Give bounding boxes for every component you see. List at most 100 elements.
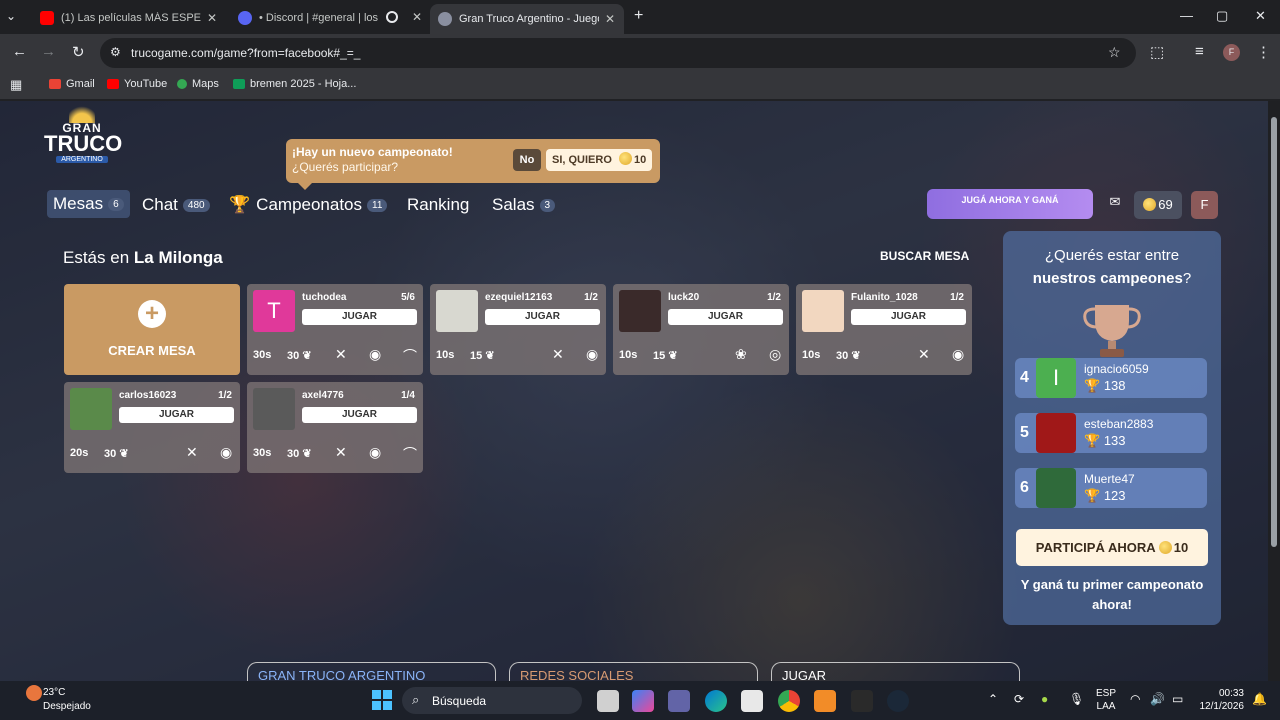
wifi-icon[interactable]: ◠	[1130, 692, 1140, 706]
extensions-icon[interactable]: ⬚	[1150, 43, 1164, 61]
join-table-button[interactable]: JUGAR	[302, 309, 417, 325]
create-table-button[interactable]: + CREAR MESA	[64, 284, 240, 375]
bookmark-sheets[interactable]: bremen 2025 - Hoja...	[233, 78, 356, 90]
address-bar[interactable]: ⚙ trucogame.com/game?from=facebook#_=_ ☆	[100, 38, 1136, 68]
join-table-button[interactable]: JUGAR	[302, 407, 417, 423]
steam-icon[interactable]	[887, 690, 909, 712]
bookmark-star-icon[interactable]: ☆	[1108, 44, 1121, 61]
sidebar-question-end: ?	[1182, 270, 1192, 287]
menu-icon[interactable]: ⋮	[1256, 43, 1271, 61]
taskbar-search[interactable]: ⌕ Búsqueda	[402, 687, 582, 714]
user-avatar[interactable]: F	[1191, 191, 1218, 219]
coin-icon	[1143, 198, 1157, 211]
join-table-button[interactable]: JUGAR	[851, 309, 966, 325]
tray-overflow-icon[interactable]: ⌃	[988, 692, 998, 706]
clock[interactable]: 00:33 12/1/2026	[1198, 687, 1245, 713]
microphone-icon[interactable]: 🎙	[1069, 692, 1084, 706]
tab-truco[interactable]: Gran Truco Argentino - Juego C ✕	[430, 4, 624, 34]
fl-studio-icon[interactable]	[814, 690, 836, 712]
close-window-icon[interactable]: ✕	[1255, 8, 1266, 24]
close-tab-icon[interactable]: ✕	[605, 12, 615, 26]
chrome-icon[interactable]	[778, 690, 800, 712]
notifications-icon[interactable]: 🔔	[1252, 692, 1267, 706]
join-table-button[interactable]: JUGAR	[485, 309, 600, 325]
tab-youtube[interactable]: (1) Las películas MÁS ESPERADAS ✕	[32, 5, 228, 31]
close-tab-icon[interactable]: ✕	[207, 11, 217, 25]
youtube-favicon-icon	[40, 11, 54, 25]
coin-balance[interactable]: 69	[1134, 191, 1182, 219]
bookmark-gmail[interactable]: Gmail	[49, 78, 95, 90]
coin-icon	[618, 152, 632, 165]
copilot-icon[interactable]	[632, 690, 654, 712]
nav-salas[interactable]: Salas 3	[492, 195, 556, 215]
table-card[interactable]: luck20 1/2 JUGAR 10s 15 ❦ ❀ ◎	[613, 284, 789, 375]
room-indicator: Estás en La Milonga	[63, 248, 223, 268]
player-name: Fulanito_1028	[851, 292, 918, 303]
table-card[interactable]: axel4776 1/4 JUGAR 30s 30 ❦ ✕ ◉ ⌒	[247, 382, 423, 473]
search-table-button[interactable]: BUSCAR MESA	[880, 249, 969, 263]
forward-icon[interactable]: →	[41, 43, 56, 60]
ranking-row[interactable]: 6 Muerte47 🏆 123	[1015, 468, 1207, 508]
nav-campeonatos[interactable]: 🏆 Campeonatos 11	[229, 195, 388, 215]
page-scrollbar[interactable]	[1268, 101, 1280, 681]
footer-tab-gran-truco[interactable]: GRAN TRUCO ARGENTINO	[247, 662, 496, 681]
windows-start-icon[interactable]	[372, 690, 392, 710]
game-page: GRAN TRUCO ARGENTINO ¡Hay un nuevo campe…	[0, 101, 1268, 681]
footer-tab-jugar[interactable]: JUGAR	[771, 662, 1020, 681]
task-view-icon[interactable]	[597, 690, 619, 712]
table-card[interactable]: carlos16023 1/2 JUGAR 20s 30 ❦ ✕ ◉	[64, 382, 240, 473]
site-info-icon[interactable]: ⚙	[110, 45, 121, 59]
nav-ranking[interactable]: Ranking	[407, 195, 469, 215]
participate-now-button[interactable]: PARTICIPÁ AHORA 10	[1016, 529, 1208, 566]
popup-no-button[interactable]: No	[513, 149, 541, 171]
points-icon: ❦	[668, 350, 678, 362]
rank-name: ignacio6059	[1084, 362, 1149, 376]
bookmark-maps[interactable]: Maps	[177, 78, 219, 90]
join-table-button[interactable]: JUGAR	[668, 309, 783, 325]
nav-mesas[interactable]: Mesas 6	[47, 190, 130, 218]
footer-tab-redes[interactable]: REDES SOCIALES	[509, 662, 758, 681]
language-indicator[interactable]: ESP LAA	[1096, 687, 1116, 713]
reload-icon[interactable]: ↻	[72, 43, 85, 61]
table-card[interactable]: ezequiel12163 1/2 JUGAR 10s 15 ❦ ✕ ◉	[430, 284, 606, 375]
gran-truco-logo[interactable]: GRAN TRUCO ARGENTINO	[44, 103, 122, 173]
back-icon[interactable]: ←	[12, 43, 27, 60]
app-tray-icon[interactable]: ●	[1041, 692, 1048, 706]
player-name: tuchodea	[302, 292, 347, 303]
store-icon[interactable]	[741, 690, 763, 712]
bookmark-label: YouTube	[124, 78, 168, 90]
bookmark-youtube[interactable]: YouTube	[107, 78, 167, 90]
tab-list-dropdown[interactable]: ⌄	[6, 9, 16, 23]
rank-avatar: I	[1036, 358, 1076, 398]
new-tab-icon[interactable]: +	[634, 7, 643, 25]
mail-icon[interactable]: ✉	[1103, 194, 1127, 216]
cta-cost: 10	[1173, 540, 1189, 555]
ranking-row[interactable]: 4 Iignacio6059 🏆 138	[1015, 358, 1207, 398]
media-control-icon[interactable]: ≡	[1195, 43, 1204, 60]
weather-icon[interactable]	[26, 685, 42, 701]
table-card[interactable]: Fulanito_1028 1/2 JUGAR 10s 30 ❦ ✕ ◉	[796, 284, 972, 375]
edge-icon[interactable]	[705, 690, 727, 712]
seats-count: 1/2	[767, 292, 781, 303]
seats-count: 1/4	[401, 390, 415, 401]
popup-yes-button[interactable]: SI, QUIERO 10	[546, 149, 652, 171]
table-card[interactable]: Ttuchodea 5/6 JUGAR 30s 30 ❦ ✕ ◉ ⌒	[247, 284, 423, 375]
close-tab-icon[interactable]: ✕	[412, 10, 422, 24]
apps-icon[interactable]: ▦	[10, 77, 22, 93]
battery-icon[interactable]: ▭	[1172, 692, 1183, 706]
nav-chat[interactable]: Chat 480	[142, 195, 210, 215]
profile-avatar[interactable]: F	[1223, 44, 1240, 61]
scrollbar-thumb[interactable]	[1271, 117, 1277, 547]
volume-icon[interactable]: 🔊	[1150, 692, 1165, 706]
epic-games-icon[interactable]	[851, 690, 873, 712]
points-icon: ❦	[302, 448, 312, 460]
play-and-win-banner[interactable]: JUGÁ AHORA Y GANÁ	[927, 189, 1093, 219]
join-table-button[interactable]: JUGAR	[119, 407, 234, 423]
rank-score-value: 133	[1103, 433, 1126, 448]
maximize-icon[interactable]: ▢	[1216, 8, 1228, 24]
minimize-icon[interactable]: —	[1180, 8, 1193, 23]
ranking-row[interactable]: 5 esteban2883 🏆 133	[1015, 413, 1207, 453]
tab-discord[interactable]: • Discord | #general | los cu ✕	[230, 5, 426, 31]
sync-icon[interactable]: ⟳	[1014, 692, 1024, 706]
teams-icon[interactable]	[668, 690, 690, 712]
